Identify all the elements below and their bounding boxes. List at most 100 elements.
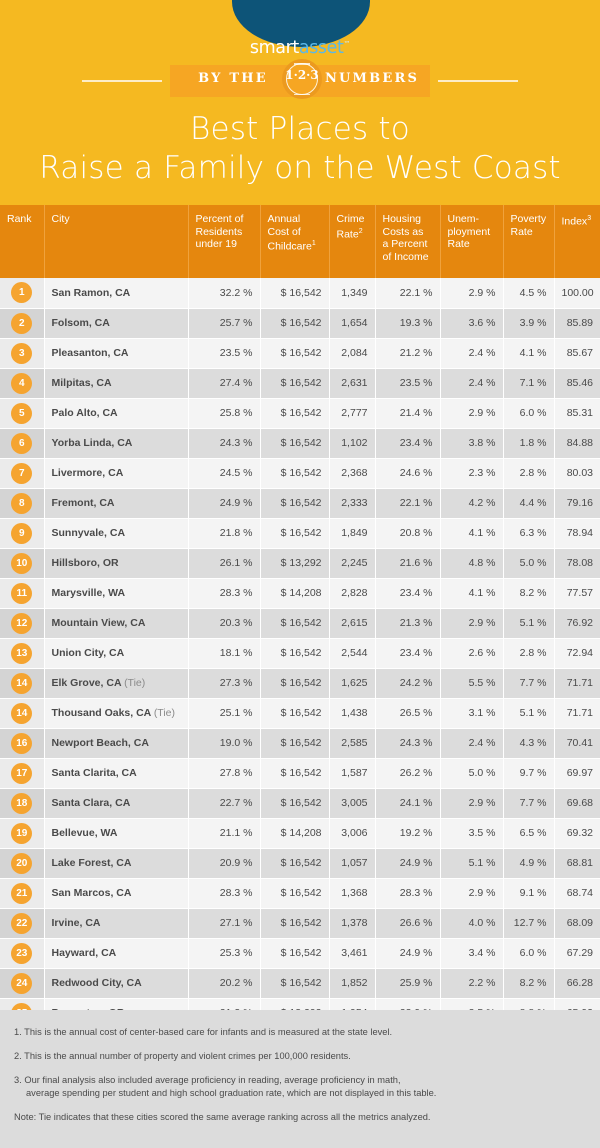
header-banner: smartasset™ BY THE NUMBERS 1·2·3 Best Pl…: [0, 0, 600, 205]
table-row[interactable]: 9 Sunnyvale, CA 21.8 % $ 16,542 1,849 20.8 % 4…: [0, 518, 600, 549]
column-header-rank[interactable]: Rank: [0, 205, 45, 278]
crime-cell: 1,587: [329, 758, 376, 789]
table-row[interactable]: 18 Santa Clara, CA 22.7 % $ 16,542 3,005 24.1…: [0, 788, 600, 819]
index-cell: 78.94: [554, 518, 600, 549]
crime-cell: 1,349: [329, 278, 376, 309]
rank-badge: 11: [11, 582, 33, 604]
rank-cell: 2: [0, 308, 45, 339]
pct-cell: 25.7 %: [188, 308, 261, 339]
table-row[interactable]: 13 Union City, CA 18.1 % $ 16,542 2,544 23.4 …: [0, 638, 600, 669]
housing-cell: 21.4 %: [375, 398, 441, 429]
header-text: ployment: [447, 225, 491, 238]
table-row[interactable]: 7 Livermore, CA 24.5 % $ 16,542 2,368 24.6 % 2…: [0, 458, 600, 489]
housing-cell: 28.3 %: [375, 878, 441, 909]
housing-cell: 24.6 %: [375, 458, 441, 489]
crime-cell: 1,057: [329, 848, 376, 879]
rank-badge: 21: [11, 882, 33, 904]
footnote-note: Note: Tie indicates that these cities sc…: [14, 1112, 431, 1122]
table-row[interactable]: 8 Fremont, CA 24.9 % $ 16,542 2,333 22.1 % 4.2…: [0, 488, 600, 519]
rank-cell: 9: [0, 518, 45, 549]
header-text: City: [51, 213, 70, 225]
table-row[interactable]: 24 Redwood City, CA 20.2 % $ 16,542 1,852 25.…: [0, 968, 600, 999]
table-row[interactable]: 11 Marysville, WA 28.3 % $ 14,208 2,828 23.4 …: [0, 578, 600, 609]
rank-badge: 7: [11, 462, 33, 484]
column-header-childcare-cost[interactable]: Annual Cost of Childcare1: [260, 205, 330, 278]
crime-cell: 3,005: [329, 788, 376, 819]
index-cell: 69.68: [554, 788, 600, 819]
crime-cell: 1,102: [329, 428, 376, 459]
crime-cell: 1,852: [329, 968, 376, 999]
city-name: Santa Clarita, CA: [51, 767, 137, 779]
table-row[interactable]: 4 Milpitas, CA 27.4 % $ 16,542 2,631 23.5 % 2.…: [0, 368, 600, 399]
rank-badge: 18: [11, 792, 33, 814]
column-header-city[interactable]: City: [44, 205, 189, 278]
unemployment-cell: 3.8 %: [440, 428, 504, 459]
table-row[interactable]: 19 Bellevue, WA 21.1 % $ 14,208 3,006 19.2 % 3…: [0, 818, 600, 849]
table-row[interactable]: 17 Santa Clarita, CA 27.8 % $ 16,542 1,587 26…: [0, 758, 600, 789]
index-cell: 68.81: [554, 848, 600, 879]
column-header-unemployment-rate[interactable]: Unem- ployment Rate: [440, 205, 504, 278]
column-header-housing-costs[interactable]: Housing Costs as a Percent of Income: [375, 205, 441, 278]
header-text: of Income: [382, 250, 429, 263]
unemployment-cell: 5.5 %: [440, 668, 504, 699]
column-header-percent-under-19[interactable]: Percent of Residents under 19: [188, 205, 261, 278]
page-title-line1: Best Places to: [190, 111, 410, 147]
crime-cell: 1,625: [329, 668, 376, 699]
rank-cell: 21: [0, 878, 45, 909]
pct-cell: 28.3 %: [188, 878, 261, 909]
table-row[interactable]: 21 San Marcos, CA 28.3 % $ 16,542 1,368 28.3 …: [0, 878, 600, 909]
table-row[interactable]: 23 Hayward, CA 25.3 % $ 16,542 3,461 24.9 % 3.…: [0, 938, 600, 969]
index-cell: 85.46: [554, 368, 600, 399]
city-name: San Marcos, CA: [51, 887, 132, 899]
header-text: Cost of: [267, 225, 301, 238]
table-row[interactable]: 2 Folsom, CA 25.7 % $ 16,542 1,654 19.3 % 3.6 …: [0, 308, 600, 339]
table-row[interactable]: 20 Lake Forest, CA 20.9 % $ 16,542 1,057 24.9…: [0, 848, 600, 879]
rank-badge: 1: [11, 282, 33, 304]
rank-cell: 1: [0, 278, 45, 309]
rank-badge: 14: [11, 672, 33, 694]
rank-badge: 6: [11, 432, 33, 454]
column-header-poverty-rate[interactable]: Poverty Rate: [503, 205, 555, 278]
rank-cell: 6: [0, 428, 45, 459]
pct-cell: 20.2 %: [188, 968, 261, 999]
column-header-index[interactable]: Index3: [554, 205, 600, 278]
city-name: Irvine, CA: [51, 917, 101, 929]
table-row[interactable]: 22 Irvine, CA 27.1 % $ 16,542 1,378 26.6 % 4.0…: [0, 908, 600, 939]
footnote-marker-3: 3: [587, 215, 592, 222]
table-row[interactable]: 1 San Ramon, CA 32.2 % $ 16,542 1,349 22.1 % 2…: [0, 278, 600, 309]
index-cell: 66.28: [554, 968, 600, 999]
unemployment-cell: 2.9 %: [440, 608, 504, 639]
city-name: Redwood City, CA: [51, 977, 142, 989]
table-row[interactable]: 14 Elk Grove, CA (Tie) 27.3 % $ 16,542 1,625…: [0, 668, 600, 699]
index-cell: 77.57: [554, 578, 600, 609]
poverty-cell: 3.9 %: [503, 308, 555, 339]
city-cell: Hillsboro, OR: [44, 548, 189, 579]
rank-cell: 14: [0, 668, 45, 699]
city-cell: Newport Beach, CA: [44, 728, 189, 759]
poverty-cell: 7.7 %: [503, 668, 555, 699]
column-header-crime-rate[interactable]: Crime Rate2: [329, 205, 376, 278]
crime-cell: 2,777: [329, 398, 376, 429]
ribbon-label-by-the: BY THE: [198, 71, 268, 86]
table-row[interactable]: 16 Newport Beach, CA 19.0 % $ 16,542 2,585 24…: [0, 728, 600, 759]
city-name: Lake Forest, CA: [51, 857, 132, 869]
ribbon-label-numbers: NUMBERS: [324, 71, 420, 86]
rankings-table: Rank City Percent of Residents under 19 …: [0, 205, 600, 1029]
table-row[interactable]: 10 Hillsboro, OR 26.1 % $ 13,292 2,245 21.6 %…: [0, 548, 600, 579]
header-text: Poverty: [510, 213, 547, 225]
rank-badge: 19: [11, 822, 33, 844]
table-row[interactable]: 5 Palo Alto, CA 25.8 % $ 16,542 2,777 21.4 % 2…: [0, 398, 600, 429]
header-text: Unem-: [447, 213, 480, 225]
childcare-cell: $ 16,542: [260, 428, 330, 459]
footnote-1: 1. This is the annual cost of center-bas…: [14, 1027, 393, 1037]
table-row[interactable]: 3 Pleasanton, CA 23.5 % $ 16,542 2,084 21.2 %…: [0, 338, 600, 369]
childcare-cell: $ 16,542: [260, 638, 330, 669]
table-row[interactable]: 14 Thousand Oaks, CA (Tie) 25.1 % $ 16,542 1…: [0, 698, 600, 729]
poverty-cell: 7.1 %: [503, 368, 555, 399]
pct-cell: 25.1 %: [188, 698, 261, 729]
city-name: Mountain View, CA: [51, 617, 146, 629]
table-row[interactable]: 6 Yorba Linda, CA 24.3 % $ 16,542 1,102 23.4 …: [0, 428, 600, 459]
table-row[interactable]: 12 Mountain View, CA 20.3 % $ 16,542 2,615 21…: [0, 608, 600, 639]
pct-cell: 23.5 %: [188, 338, 261, 369]
poverty-cell: 6.3 %: [503, 518, 555, 549]
